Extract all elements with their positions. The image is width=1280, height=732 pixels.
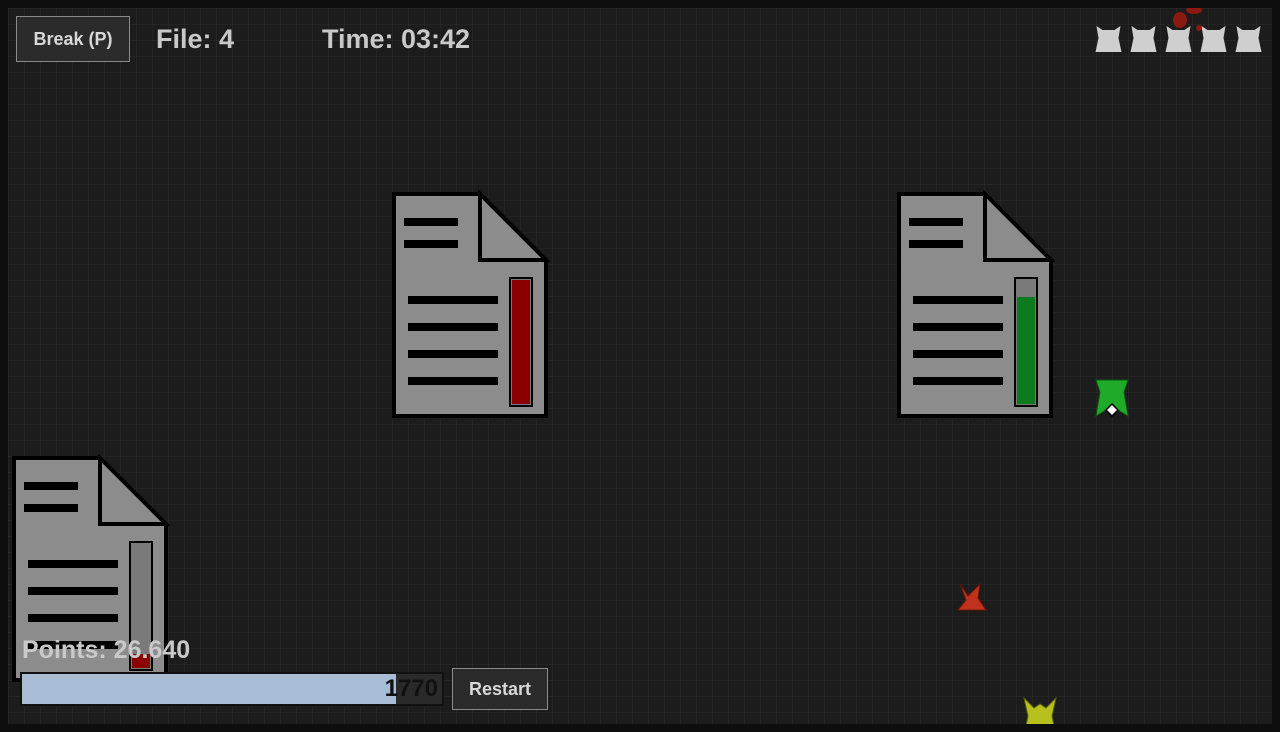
progress-value: 1770: [384, 675, 438, 702]
file-counter: File: 4: [156, 24, 235, 54]
game-area[interactable]: Break (P) File: 4 Time: 03:42 Points: 26…: [8, 8, 1272, 724]
life-icon: [1235, 26, 1262, 52]
life-icon: [1095, 26, 1122, 52]
progress-bar: 1770: [20, 672, 444, 706]
restart-button[interactable]: Restart: [452, 668, 548, 710]
time-counter: Time: 03:42: [322, 24, 471, 54]
blood-splat: [1173, 8, 1202, 31]
enemy-ship-red: [956, 582, 987, 611]
points-counter: Points: 26.640: [22, 636, 191, 664]
document-green[interactable]: [895, 190, 1055, 420]
enemy-ship-yellow: [1023, 696, 1057, 724]
document-red[interactable]: [390, 190, 550, 420]
break-button[interactable]: Break (P): [16, 16, 130, 62]
player-ship[interactable]: [1094, 378, 1130, 420]
progress-fill: [22, 674, 396, 704]
life-icon: [1130, 26, 1157, 52]
